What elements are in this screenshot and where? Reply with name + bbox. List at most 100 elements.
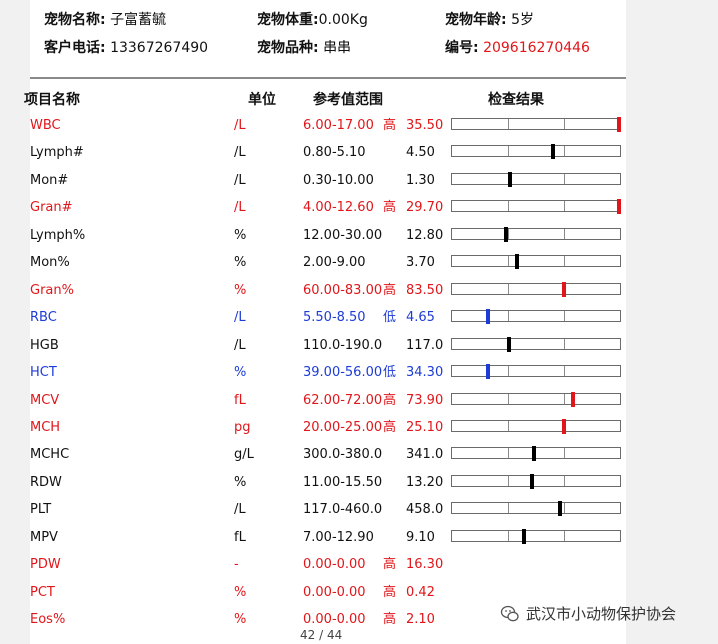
item-flag: 高	[383, 557, 397, 573]
gauge-divider	[507, 393, 509, 404]
report-id-value: 209616270446	[483, 40, 590, 56]
gauge-divider	[564, 256, 566, 267]
result-gauge	[451, 528, 621, 544]
gauge-divider	[564, 173, 566, 184]
item-unit: fL	[234, 529, 246, 545]
col-result-header: 检查结果	[488, 92, 544, 108]
pet-name-value: 子富蓄毓	[110, 12, 167, 28]
item-value: 9.10	[406, 529, 435, 545]
item-flag: 高	[383, 392, 397, 408]
item-value: 3.70	[406, 255, 435, 271]
item-name: Lymph%	[30, 227, 86, 243]
gauge-divider	[564, 119, 566, 129]
table-row: PDW - 0.00-0.00 高 16.30	[0, 555, 718, 582]
gauge-divider	[507, 420, 509, 431]
col-item-header: 项目名称	[24, 92, 80, 108]
item-range: 0.00-0.00	[303, 612, 366, 628]
wechat-icon	[500, 605, 519, 621]
item-unit: /L	[234, 310, 246, 326]
item-value: 458.0	[406, 502, 444, 518]
gauge-divider	[564, 503, 566, 514]
item-value: 25.10	[406, 419, 444, 435]
gauge-divider	[507, 503, 509, 514]
gauge-marker	[522, 528, 527, 544]
gauge-marker	[617, 199, 622, 215]
item-name: HGB	[30, 337, 59, 353]
table-row: WBC/L 6.00-17.00 高 35.50	[0, 116, 718, 143]
gauge-divider	[507, 366, 509, 377]
item-flag: 低	[383, 310, 397, 326]
gauge-marker	[486, 364, 491, 380]
table-row: Lymph%% 12.00-30.00 12.80	[0, 226, 718, 253]
table-row: Mon# /L 0.30-10.00 1.30	[0, 171, 718, 198]
item-value: 73.90	[406, 392, 444, 408]
page-indicator: 42 / 44	[300, 628, 343, 642]
gauge-marker	[507, 171, 512, 187]
result-gauge	[451, 391, 621, 407]
item-name: RDW	[30, 474, 62, 490]
pet-breed-value: 串串	[323, 40, 352, 56]
report-id-field: 编号: 209616270446	[445, 40, 590, 56]
item-range: 0.00-0.00	[303, 557, 366, 573]
table-row: Lymph# /L 0.80-5.10 4.50	[0, 143, 718, 170]
gauge-divider	[507, 228, 509, 239]
pet-name-field: 宠物名称: 子富蓄毓	[44, 12, 167, 28]
result-gauge	[451, 117, 622, 132]
item-name: RBC	[30, 310, 57, 326]
table-row: RBC/L 5.50-8.50 低 4.65	[0, 308, 718, 335]
item-range: 12.00-30.00	[303, 227, 383, 243]
result-gauge	[451, 171, 621, 187]
gauge-divider	[564, 201, 566, 212]
table-row: RDW% 11.00-15.50 13.20	[0, 473, 718, 500]
item-value: 29.70	[406, 200, 444, 216]
item-range: 11.00-15.50	[303, 474, 383, 490]
item-name: MCH	[30, 419, 61, 435]
result-gauge	[451, 226, 621, 242]
item-name: MCHC	[30, 447, 70, 463]
result-gauge	[451, 446, 621, 462]
result-gauge	[451, 336, 621, 352]
table-row: Mon%% 2.00-9.00 3.70	[0, 253, 718, 280]
gauge-divider	[507, 475, 509, 486]
table-row: Gran# /L 4.00-12.60 高 29.70	[0, 198, 718, 225]
item-name: Lymph#	[30, 145, 84, 161]
item-range: 5.50-8.50	[303, 310, 366, 326]
gauge-divider	[507, 283, 509, 294]
gauge-divider	[564, 366, 566, 377]
gauge-divider	[507, 448, 509, 459]
result-gauge	[451, 418, 621, 434]
item-range: 62.00-72.00	[303, 392, 383, 408]
item-unit: /L	[234, 200, 246, 216]
item-unit: /L	[234, 145, 246, 161]
col-unit-header: 单位	[248, 92, 276, 108]
item-name: MCV	[30, 392, 60, 408]
gauge-divider	[564, 338, 566, 349]
client-phone-value: 13367267490	[110, 40, 209, 56]
gauge-divider	[564, 530, 566, 541]
gauge-marker	[558, 501, 563, 517]
table-row: MCH pg 20.00-25.00 高 25.10	[0, 418, 718, 445]
item-unit: %	[234, 474, 247, 490]
item-range: 110.0-190.0	[303, 337, 383, 353]
header-divider	[30, 77, 626, 79]
watermark: 武汉市小动物保护协会	[500, 603, 676, 624]
gauge-marker	[503, 226, 508, 242]
pet-breed-field: 宠物品种: 串串	[257, 40, 352, 56]
result-gauge	[451, 473, 621, 489]
item-name: PCT	[30, 584, 55, 600]
item-value: 1.30	[406, 172, 435, 188]
item-unit: -	[234, 557, 239, 573]
item-unit: fL	[234, 392, 246, 408]
item-name: PDW	[30, 557, 61, 573]
result-gauge	[451, 364, 621, 380]
item-unit: %	[234, 282, 247, 298]
gauge-marker	[532, 446, 537, 462]
gauge-divider	[564, 311, 566, 322]
item-flag: 高	[383, 419, 397, 435]
gauge-marker	[550, 144, 555, 160]
item-range: 300.0-380.0	[303, 447, 383, 463]
result-gauge	[451, 309, 621, 325]
item-flag: 高	[383, 612, 397, 628]
gauge-divider	[507, 119, 509, 129]
table-row: HGB/L 110.0-190.0 117.0	[0, 336, 718, 363]
